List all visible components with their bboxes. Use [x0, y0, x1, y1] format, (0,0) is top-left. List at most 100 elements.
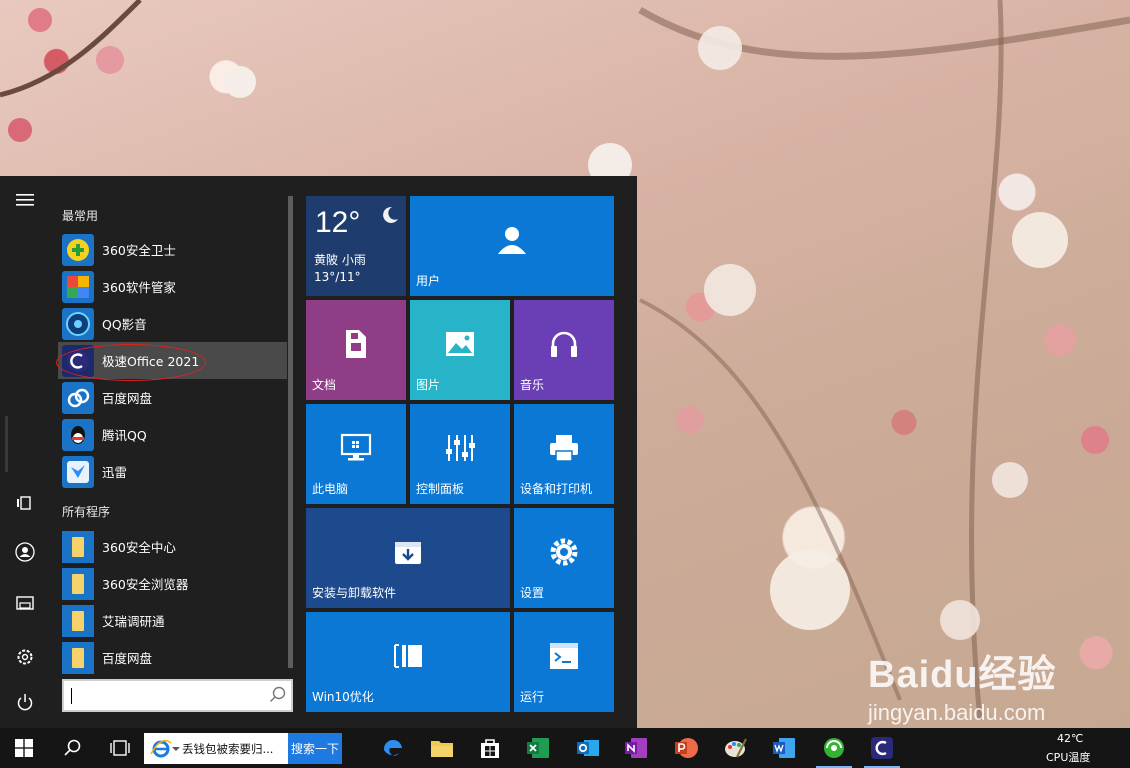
edge-icon[interactable]: [379, 734, 407, 762]
app-item-360-software[interactable]: 360软件管家: [58, 268, 287, 305]
tile-label: 图片: [416, 378, 441, 392]
tile-music[interactable]: 音乐: [514, 300, 614, 400]
tile-label: Win10优化: [312, 690, 374, 704]
app-item-qq[interactable]: 腾讯QQ: [58, 416, 287, 453]
search-icon[interactable]: [58, 734, 86, 762]
taskbar-search-button[interactable]: 搜索一下: [288, 733, 342, 764]
baidu-netdisk-icon: [62, 381, 94, 414]
360-software-icon: [62, 270, 94, 303]
tile-install-uninstall[interactable]: 安装与卸载软件: [306, 508, 510, 608]
app-label: 迅雷: [102, 465, 128, 480]
office-icon[interactable]: [868, 734, 896, 762]
folder-icon: [62, 530, 94, 563]
task-view-icon[interactable]: [106, 734, 134, 762]
settings-gear-icon[interactable]: [13, 645, 37, 669]
power-icon[interactable]: [13, 690, 37, 714]
app-label: 百度网盘: [102, 391, 153, 406]
tile-win10-optimize[interactable]: Win10优化: [306, 612, 510, 712]
weather-range: 13°/11°: [314, 270, 361, 284]
settings-gear-icon: [550, 538, 578, 566]
tile-label: 安装与卸载软件: [312, 586, 397, 600]
app-list-scrollbar[interactable]: [288, 196, 293, 668]
app-label: QQ影音: [102, 317, 147, 332]
moon-icon: [383, 206, 398, 223]
app-list: 最常用 360安全卫士 360软件管家 QQ影音 极速Office 2021 百…: [50, 176, 290, 728]
weather-location: 黄陂 小雨: [314, 253, 366, 267]
excel-icon[interactable]: [524, 734, 552, 762]
folder-item-360-center[interactable]: 360安全中心: [58, 528, 287, 565]
tile-user[interactable]: 用户: [410, 196, 614, 296]
headphones-icon: [551, 331, 577, 357]
app-label: 腾讯QQ: [102, 428, 147, 443]
tile-control-panel[interactable]: 控制面板: [410, 404, 510, 504]
paint-icon[interactable]: [722, 734, 750, 762]
cpu-temperature[interactable]: 42℃: [1057, 732, 1083, 745]
tile-weather[interactable]: 12° 黄陂 小雨 13°/11°: [306, 196, 406, 296]
cpu-temperature-label[interactable]: CPU温度: [1046, 749, 1090, 765]
qq-icon: [62, 418, 94, 451]
tile-label: 运行: [520, 690, 545, 704]
app-label: 360软件管家: [102, 280, 176, 295]
start-search-input[interactable]: [62, 679, 293, 712]
app-label: 艾瑞调研通: [102, 614, 165, 629]
app-label: 360安全浏览器: [102, 577, 189, 592]
dropdown-arrow-icon: [172, 747, 180, 751]
task-view-icon[interactable]: [13, 491, 37, 515]
start-rail: [0, 176, 50, 728]
word-icon[interactable]: [770, 734, 798, 762]
watermark-main: Baidu经验: [868, 654, 1057, 696]
tile-label: 文档: [312, 378, 337, 392]
tile-label: 音乐: [520, 378, 545, 392]
baidu-watermark: Baidu经验 jingyan.baidu.com: [868, 643, 1057, 726]
weather-temp: 12°: [315, 206, 361, 239]
optimize-icon: [394, 644, 422, 668]
file-explorer-icon[interactable]: [13, 591, 37, 615]
tile-pictures[interactable]: 图片: [410, 300, 510, 400]
powerpoint-icon[interactable]: [672, 734, 700, 762]
folder-icon: [62, 641, 94, 674]
app-item-360-safe[interactable]: 360安全卫士: [58, 231, 287, 268]
taskbar-search-widget[interactable]: 丢钱包被索要归... 搜索一下: [144, 733, 342, 764]
outlook-icon[interactable]: [574, 734, 602, 762]
file-explorer-icon[interactable]: [428, 734, 456, 762]
app-label: 360安全中心: [102, 540, 176, 555]
highlight-annotation-oval: [56, 344, 206, 381]
onenote-icon[interactable]: [622, 734, 650, 762]
app-label: 360安全卫士: [102, 243, 176, 258]
picture-icon: [446, 332, 474, 356]
watermark-url: jingyan.baidu.com: [868, 700, 1046, 725]
microsoft-store-icon[interactable]: [476, 734, 504, 762]
printer-icon: [550, 435, 578, 462]
tile-devices-printers[interactable]: 设备和打印机: [514, 404, 614, 504]
folder-icon: [62, 604, 94, 637]
folder-item-baidu-netdisk[interactable]: 百度网盘: [58, 639, 287, 676]
tile-label: 设备和打印机: [520, 482, 593, 496]
taskbar: 丢钱包被索要归... 搜索一下 42℃ CPU温度: [0, 728, 1130, 768]
360-browser-icon[interactable]: [820, 734, 848, 762]
ie-icon: [150, 739, 172, 758]
user-icon: [498, 227, 526, 254]
tile-run[interactable]: 运行: [514, 612, 614, 712]
tile-documents[interactable]: 文档: [306, 300, 406, 400]
hamburger-menu-icon[interactable]: [13, 188, 37, 212]
all-programs-heading: 所有程序: [62, 505, 111, 519]
app-item-xunlei[interactable]: 迅雷: [58, 453, 287, 490]
tile-label: 用户: [416, 274, 441, 288]
tile-settings[interactable]: 设置: [514, 508, 614, 608]
folder-icon: [62, 567, 94, 600]
user-account-icon[interactable]: [13, 540, 37, 564]
360-safe-icon: [62, 233, 94, 266]
package-install-icon: [395, 542, 421, 564]
taskbar-search-text[interactable]: 丢钱包被索要归...: [182, 741, 273, 757]
text-caret: [71, 688, 72, 704]
folder-item-360-browser[interactable]: 360安全浏览器: [58, 565, 287, 602]
folder-item-iresearch[interactable]: 艾瑞调研通: [58, 602, 287, 639]
rail-scroll-marker: [5, 416, 8, 472]
app-item-qq-player[interactable]: QQ影音: [58, 305, 287, 342]
start-menu: 最常用 360安全卫士 360软件管家 QQ影音 极速Office 2021 百…: [0, 176, 637, 728]
run-icon: [550, 643, 578, 669]
tile-this-pc[interactable]: 此电脑: [306, 404, 406, 504]
frequent-heading: 最常用: [62, 209, 99, 223]
windows-start-icon[interactable]: [10, 734, 38, 762]
app-item-baidu-netdisk[interactable]: 百度网盘: [58, 379, 287, 416]
